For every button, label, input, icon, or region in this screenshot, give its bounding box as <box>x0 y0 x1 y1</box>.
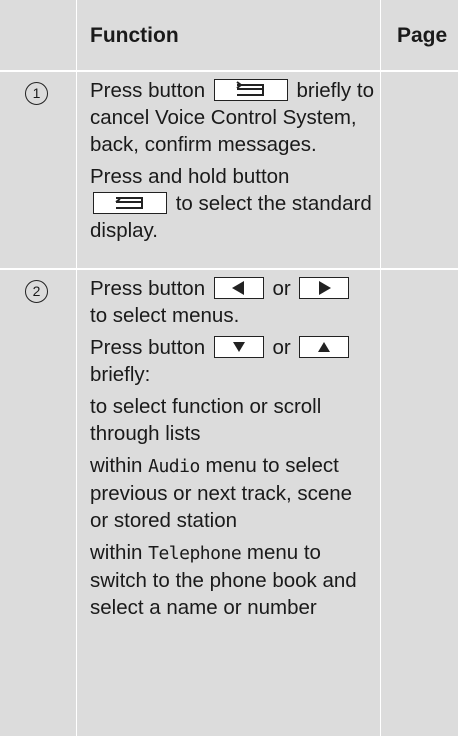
text-press-hold: Press and hold button <box>90 165 290 188</box>
row-2-paragraph-3: to select function or scroll through lis… <box>90 395 322 445</box>
row-2-function-cell: Press button or to select menus. Press b… <box>77 270 380 736</box>
function-table: Function Page 1 Press button briefly to … <box>0 0 458 736</box>
left-key-icon <box>213 277 264 299</box>
row-number-badge: 2 <box>25 280 48 303</box>
back-key-icon <box>213 79 288 101</box>
text-press-button: Press button <box>90 336 206 359</box>
row-1-description: Press button briefly to cancel Voice Con… <box>90 77 375 249</box>
audio-menu-label: Audio <box>148 456 200 477</box>
row-2-paragraph-1: Press button or to select menus. <box>90 275 375 329</box>
back-key-icon <box>93 192 167 214</box>
text-within: within <box>90 454 143 477</box>
text-press-button: Press button <box>90 79 206 102</box>
row-2-paragraph-2: Press button or briefly: <box>90 334 375 388</box>
row-2-page-cell <box>381 270 458 736</box>
telephone-menu-label: Telephone <box>148 543 242 564</box>
row-1-paragraph-2: Press and hold button to select the stan… <box>90 163 375 244</box>
header-function-cell: Function <box>77 0 380 70</box>
header-number-cell <box>0 0 76 70</box>
row-2-paragraph-4: within Audio menu to select previous or … <box>90 452 375 534</box>
text-or: or <box>272 277 291 300</box>
header-page-cell: Page <box>381 0 458 70</box>
row-1-page-cell <box>381 72 458 268</box>
text-within: within <box>90 541 143 564</box>
row-number-badge: 1 <box>25 82 48 105</box>
up-key-icon <box>299 336 350 358</box>
function-column-header: Function <box>90 24 179 47</box>
row-2-number-cell: 2 <box>0 270 76 736</box>
row-2-paragraph-5: within Telephone menu to switch to the p… <box>90 539 375 621</box>
text-or: or <box>272 336 291 359</box>
page-column-header: Page <box>397 24 448 47</box>
row-1-number-cell: 1 <box>0 72 76 268</box>
right-key-icon <box>299 277 350 299</box>
down-key-icon <box>213 336 264 358</box>
text-press-button: Press button <box>90 277 206 300</box>
text-briefly: briefly: <box>90 363 151 386</box>
text-select-menus: to select menus. <box>90 304 240 327</box>
row-1-function-cell: Press button briefly to cancel Voice Con… <box>77 72 380 268</box>
row-1-paragraph-1: Press button briefly to cancel Voice Con… <box>90 77 375 158</box>
row-2-description: Press button or to select menus. Press b… <box>90 275 375 626</box>
